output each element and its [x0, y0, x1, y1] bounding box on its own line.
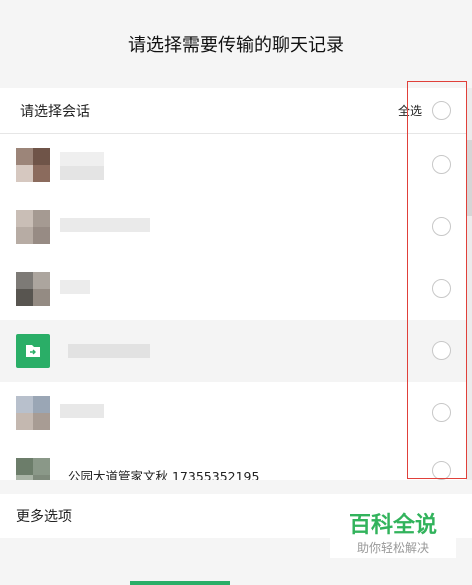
- conversation-row[interactable]: [0, 258, 466, 320]
- contact-avatar: [16, 458, 50, 480]
- conversation-panel: 请选择会话 全选 公园大道管家文秋 17355352195: [0, 88, 466, 480]
- watermark-logo: 百科全说 助你轻松解决: [330, 512, 456, 558]
- dialog-title: 请选择需要传输的聊天记录: [0, 0, 472, 88]
- contact-avatar: [16, 210, 50, 244]
- watermark-sub: 助你轻松解决: [356, 541, 429, 555]
- conversation-row[interactable]: [0, 196, 466, 258]
- blurred-name: [60, 404, 104, 418]
- contact-avatar: [16, 272, 50, 306]
- conversation-list: 公园大道管家文秋 17355352195: [0, 134, 466, 480]
- confirm-button-edge[interactable]: [130, 581, 230, 585]
- folder-arrow-icon: [16, 334, 50, 368]
- list-header: 请选择会话 全选: [0, 88, 466, 134]
- radio-column-highlight: [407, 81, 467, 479]
- blurred-name: [60, 218, 150, 232]
- blurred-name: [60, 166, 104, 180]
- blurred-name: [60, 280, 90, 294]
- watermark-main: 百科全说: [348, 513, 437, 538]
- blurred-name: [68, 344, 150, 358]
- conversation-row[interactable]: 公园大道管家文秋 17355352195: [0, 444, 466, 480]
- more-options-label[interactable]: 更多选项: [16, 506, 72, 526]
- conversation-row[interactable]: [0, 134, 466, 196]
- conversation-row[interactable]: [0, 382, 466, 444]
- blurred-name: [60, 152, 104, 166]
- contact-name: 公园大道管家文秋 17355352195: [68, 469, 260, 480]
- conversation-row[interactable]: [0, 320, 466, 382]
- contact-avatar: [16, 148, 50, 182]
- contact-avatar: [16, 396, 50, 430]
- list-header-label: 请选择会话: [20, 103, 90, 120]
